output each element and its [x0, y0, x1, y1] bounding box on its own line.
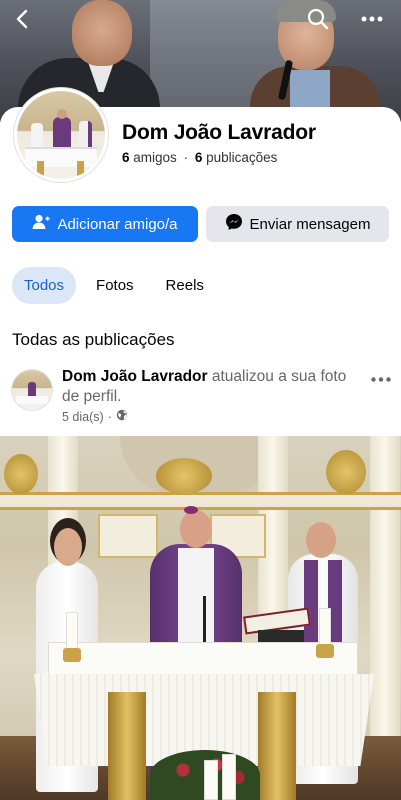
post-photo[interactable]: [0, 436, 401, 800]
post-meta: 5 dia(s) ·: [62, 409, 128, 424]
back-arrow-icon: [14, 9, 32, 29]
stats-separator: ·: [183, 150, 189, 165]
post-header-text: Dom João Lavrador atualizou a sua foto d…: [62, 367, 362, 407]
content-tabs: Todos Fotos Reels: [12, 267, 216, 305]
tab-fotos[interactable]: Fotos: [84, 267, 146, 304]
search-icon: [307, 8, 329, 30]
profile-stats: 6 amigos · 6 publicações: [122, 150, 277, 165]
more-icon: [371, 369, 391, 387]
add-friend-label: Adicionar amigo/a: [57, 215, 178, 233]
send-message-label: Enviar mensagem: [249, 215, 371, 233]
friends-label[interactable]: amigos: [133, 150, 177, 165]
tab-todos[interactable]: Todos: [12, 267, 77, 304]
tab-reels[interactable]: Reels: [154, 267, 216, 304]
post-author-name[interactable]: Dom João Lavrador: [62, 368, 208, 385]
messenger-icon: [225, 213, 243, 235]
add-person-icon: [32, 214, 50, 234]
more-icon: [361, 16, 383, 22]
search-button[interactable]: [303, 6, 333, 32]
back-button[interactable]: [8, 6, 38, 32]
section-title: Todas as publicações: [12, 330, 175, 349]
separator-dot: ·: [107, 409, 112, 424]
send-message-button[interactable]: Enviar mensagem: [206, 206, 389, 242]
add-friend-button[interactable]: Adicionar amigo/a: [12, 206, 198, 242]
post-timestamp[interactable]: 5 dia(s): [62, 410, 104, 424]
globe-icon: [116, 409, 128, 424]
post-author-avatar[interactable]: [12, 370, 52, 410]
friends-count[interactable]: 6: [122, 150, 130, 165]
post-more-button[interactable]: [369, 368, 393, 388]
profile-avatar[interactable]: [14, 88, 108, 182]
posts-label: publicações: [206, 150, 278, 165]
posts-count: 6: [194, 150, 203, 165]
more-options-button[interactable]: [357, 6, 387, 32]
profile-name: Dom João Lavrador: [122, 121, 316, 144]
